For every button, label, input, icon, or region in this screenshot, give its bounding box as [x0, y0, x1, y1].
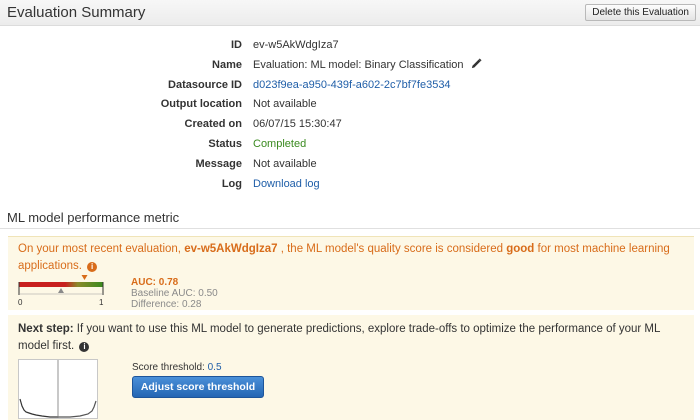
detail-value-message: Not available [253, 157, 317, 170]
message-middle: , the ML model's quality score is consid… [277, 243, 507, 255]
message-prefix: On your most recent evaluation, [18, 243, 185, 255]
detail-row-datasource: Datasource ID d023f9ea-a950-439f-a602-2c… [0, 76, 700, 96]
detail-label: Name [212, 58, 242, 71]
next-step-message: Next step: If you want to use this ML mo… [18, 321, 686, 355]
info-icon[interactable]: i [79, 342, 90, 352]
section-title: ML model performance metric [7, 210, 180, 225]
detail-row-message: Message Not available [0, 155, 700, 175]
detail-label: Status [208, 137, 242, 150]
performance-message: On your most recent evaluation, ev-w5AkW… [18, 241, 686, 275]
detail-value-output: Not available [253, 98, 317, 111]
threshold-value: 0.5 [207, 362, 222, 373]
detail-label: Created on [184, 118, 242, 131]
detail-row-created: Created on 06/07/15 15:30:47 [0, 115, 700, 135]
baseline-auc: Baseline AUC: 0.50 [131, 288, 218, 299]
page-title: Evaluation Summary [7, 4, 146, 21]
auc-gauge: 0 1 [18, 275, 104, 307]
auc-summary: AUC: 0.78 Baseline AUC: 0.50 Difference:… [131, 277, 218, 310]
detail-value-name: Evaluation: ML model: Binary Classificat… [253, 56, 482, 75]
detail-label: Message [195, 157, 242, 170]
auc-marker [81, 275, 88, 280]
next-step-panel: Next step: If you want to use this ML mo… [8, 315, 694, 420]
detail-label: ID [231, 39, 242, 51]
detail-label: Log [221, 177, 242, 190]
message-quality: good [506, 243, 535, 255]
next-step-text: If you want to use this ML model to gene… [18, 323, 660, 352]
detail-row-output: Output location Not available [0, 95, 700, 115]
auc-value: AUC: 0.78 [131, 277, 179, 288]
adjust-score-threshold-button[interactable]: Adjust score threshold [132, 376, 264, 398]
detail-value-id: ev-w5AkWdgIza7 [253, 39, 339, 51]
download-log-link[interactable]: Download log [253, 175, 320, 194]
detail-value-created: 06/07/15 15:30:47 [253, 118, 342, 131]
pencil-icon[interactable] [471, 58, 482, 69]
evaluation-name: Evaluation: ML model: Binary Classificat… [253, 58, 464, 71]
detail-label: Datasource ID [168, 78, 242, 91]
gauge-bar [19, 282, 103, 287]
section-divider [0, 228, 700, 229]
info-icon[interactable]: i [87, 262, 98, 272]
performance-panel: On your most recent evaluation, ev-w5AkW… [8, 236, 694, 310]
gauge-min-label: 0 [18, 298, 23, 307]
detail-label: Output location [160, 98, 242, 111]
detail-row-log: Log Download log [0, 175, 700, 195]
gauge-max-label: 1 [99, 298, 104, 307]
auc-difference: Difference: 0.28 [131, 299, 202, 310]
score-threshold: Score threshold: 0.5 [132, 362, 222, 373]
detail-row-id: ID ev-w5AkWdgIza7 [0, 36, 700, 56]
threshold-label: Score threshold: [132, 362, 208, 373]
baseline-marker [58, 288, 64, 293]
header-bar: Evaluation Summary Delete this Evaluatio… [0, 0, 700, 26]
delete-evaluation-button[interactable]: Delete this Evaluation [585, 4, 696, 21]
status-value: Completed [253, 137, 307, 150]
score-histogram [18, 359, 98, 419]
message-eval-id: ev-w5AkWdgIza7 [184, 243, 278, 255]
detail-row-status: Status Completed [0, 135, 700, 155]
detail-row-name: Name Evaluation: ML model: Binary Classi… [0, 56, 700, 76]
next-step-label: Next step: [18, 323, 74, 335]
evaluation-details: ID ev-w5AkWdgIza7 Name Evaluation: ML mo… [0, 36, 700, 194]
datasource-id-link[interactable]: d023f9ea-a950-439f-a602-2c7bf7fe3534 [253, 76, 451, 95]
